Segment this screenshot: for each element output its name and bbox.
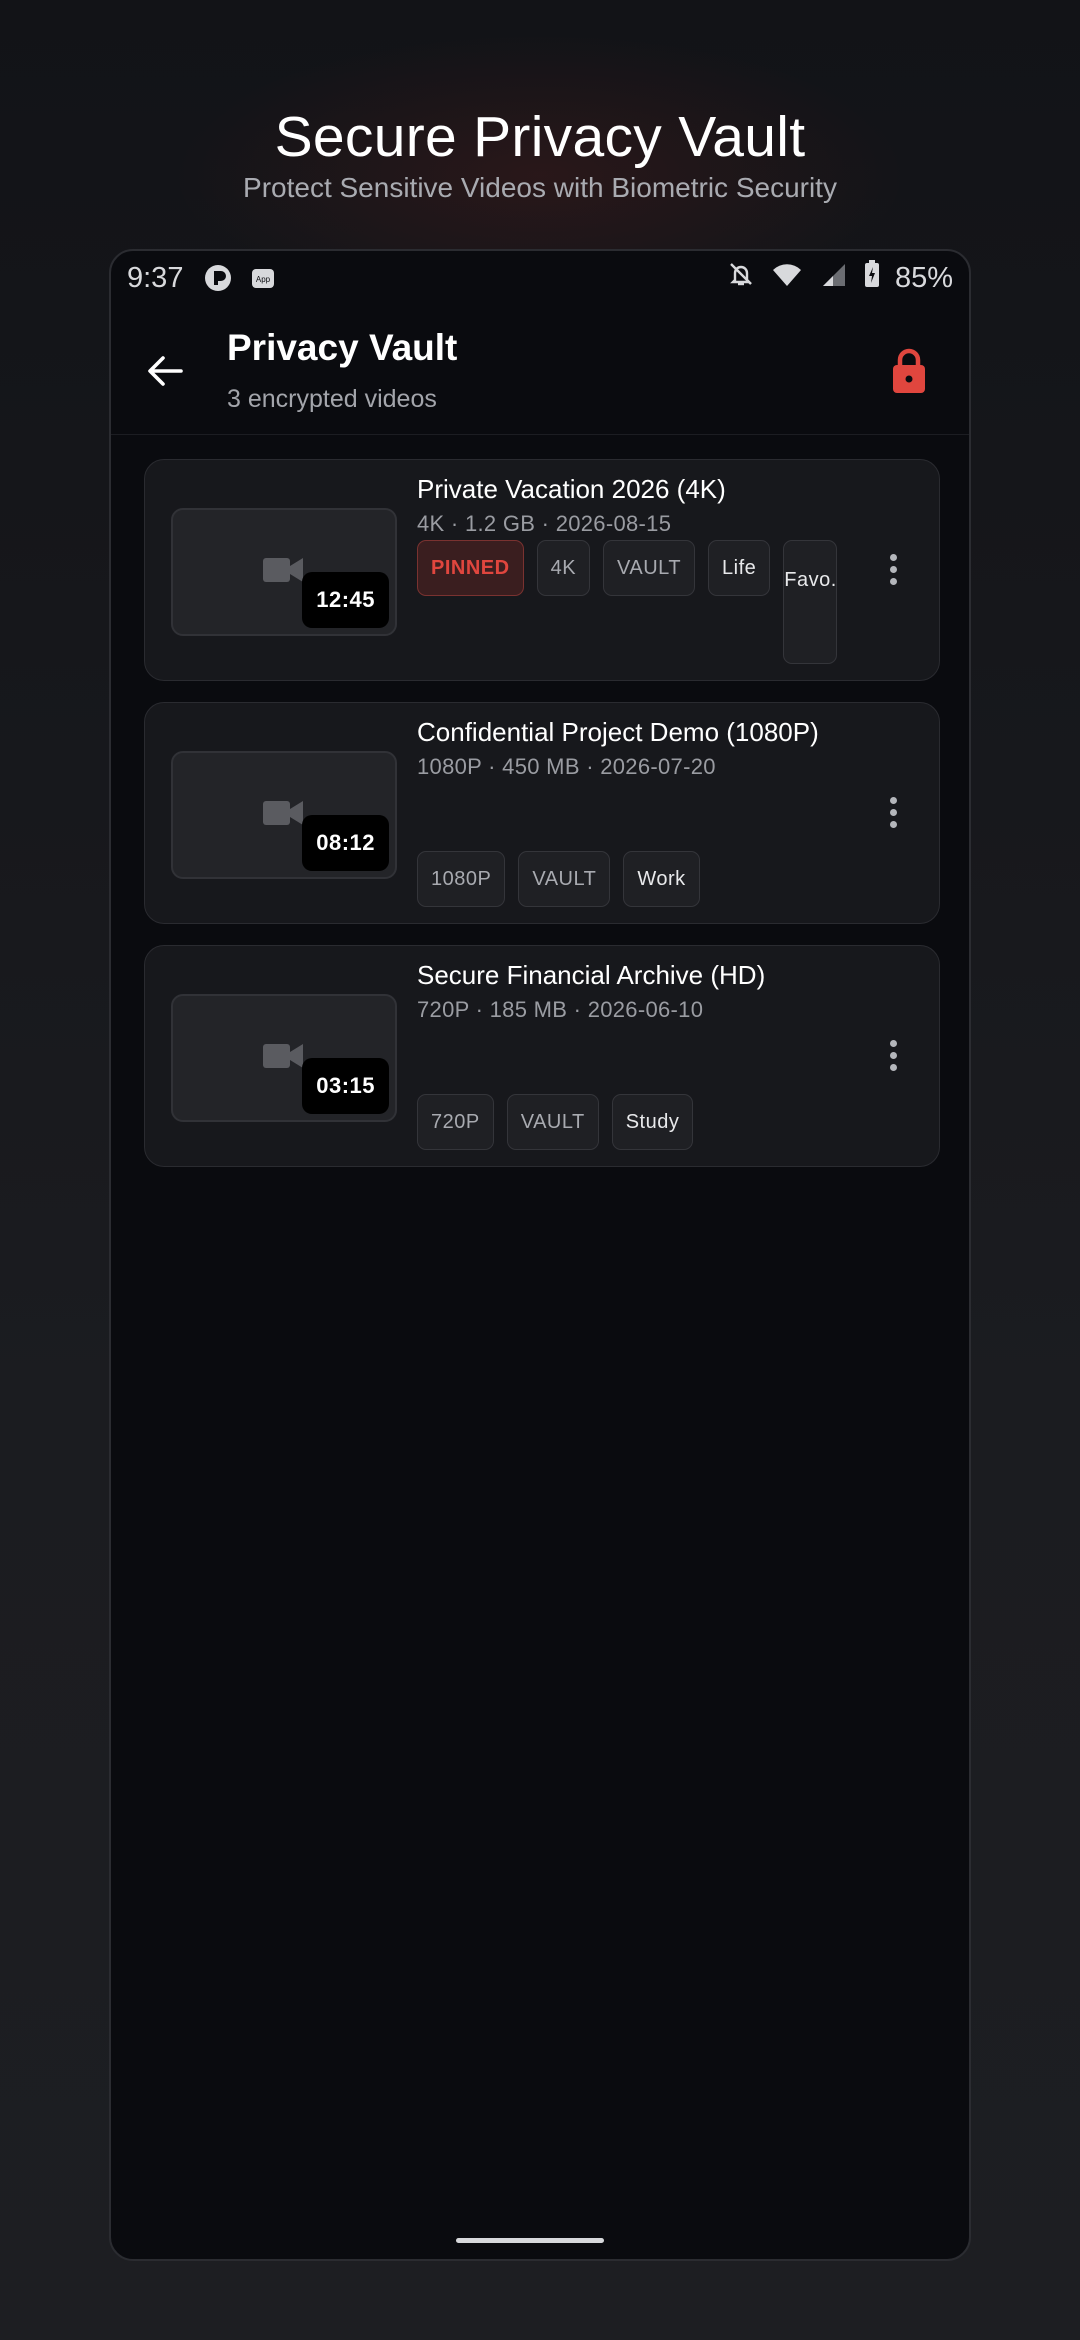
video-camera-icon [263, 558, 303, 582]
more-options-button[interactable] [883, 554, 903, 590]
video-card[interactable]: 12:45 Private Vacation 2026 (4K) 4K · 1.… [144, 459, 940, 681]
page: Secure Privacy Vault Protect Sensitive V… [0, 0, 1080, 2340]
quality-badge: 1080P [417, 851, 506, 907]
more-options-button[interactable] [883, 1040, 903, 1076]
hero-subtitle: Protect Sensitive Videos with Biometric … [243, 172, 837, 203]
page-subtitle: 3 encrypted videos [227, 385, 437, 413]
pinned-badge: PINNED [417, 540, 524, 596]
status-bar: 9:37 App 85% [111, 251, 969, 305]
home-indicator[interactable] [456, 2238, 604, 2243]
video-thumbnail[interactable]: 03:15 [171, 994, 397, 1122]
battery-charging-icon [863, 259, 881, 297]
video-duration: 08:12 [302, 815, 389, 871]
vault-badge: VAULT [506, 1094, 599, 1150]
phone-frame: 9:37 App 85% Privacy Vault 3 encrypted v… [109, 249, 971, 2261]
video-duration: 12:45 [302, 572, 389, 628]
video-title: Private Vacation 2026 (4K) [417, 474, 726, 504]
battery-level: 85% [894, 261, 953, 294]
tag-chip[interactable]: Favo... [783, 540, 838, 664]
more-options-button[interactable] [883, 797, 903, 833]
vault-badge: VAULT [603, 540, 696, 596]
video-thumbnail[interactable]: 12:45 [171, 508, 397, 636]
arrow-left-icon [148, 356, 183, 386]
tag-chip[interactable]: Life [708, 540, 771, 596]
quality-badge: 4K [536, 540, 591, 596]
video-title: Secure Financial Archive (HD) [417, 960, 766, 990]
bell-off-icon [727, 260, 755, 296]
video-meta: 1080P · 450 MB · 2026-07-20 [417, 754, 716, 779]
video-thumbnail[interactable]: 08:12 [171, 751, 397, 879]
page-title: Privacy Vault [227, 327, 458, 368]
video-list: 12:45 Private Vacation 2026 (4K) 4K · 1.… [144, 459, 940, 1188]
video-camera-icon [263, 801, 303, 825]
quality-badge: 720P [417, 1094, 494, 1150]
status-time: 9:37 [127, 261, 184, 294]
lock-button[interactable] [887, 345, 931, 395]
hero-title: Secure Privacy Vault [274, 105, 806, 169]
video-card[interactable]: 03:15 Secure Financial Archive (HD) 720P… [144, 945, 940, 1167]
video-title: Confidential Project Demo (1080P) [417, 717, 819, 747]
video-meta: 720P · 185 MB · 2026-06-10 [417, 997, 704, 1022]
video-meta: 4K · 1.2 GB · 2026-08-15 [417, 511, 672, 536]
vault-badge: VAULT [518, 851, 611, 907]
app-bar: Privacy Vault 3 encrypted videos [111, 305, 969, 435]
lock-icon [893, 348, 925, 393]
signal-icon [819, 260, 849, 296]
video-duration: 03:15 [302, 1058, 389, 1114]
tag-chip[interactable]: Study [611, 1094, 694, 1150]
back-button[interactable] [143, 349, 187, 393]
svg-text:App: App [256, 275, 271, 284]
wifi-icon [769, 260, 805, 296]
app-badge-icon [203, 263, 233, 293]
video-card[interactable]: 08:12 Confidential Project Demo (1080P) … [144, 702, 940, 924]
tag-chip[interactable]: Work [623, 851, 700, 907]
video-camera-icon [263, 1044, 303, 1068]
app-icon: App [249, 264, 277, 292]
